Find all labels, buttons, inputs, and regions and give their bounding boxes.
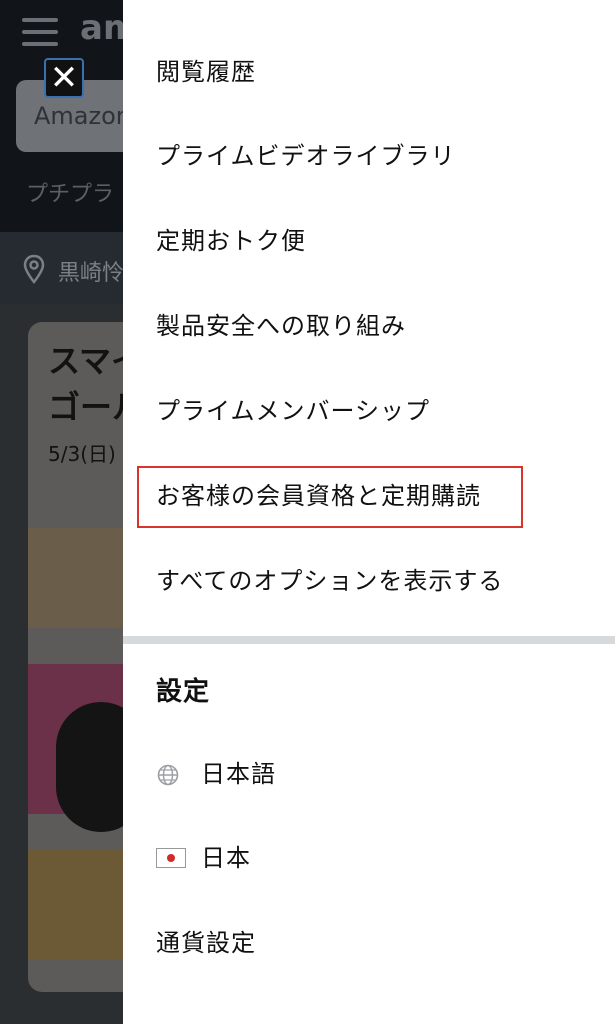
menu-item-language[interactable]: 日本語 <box>201 759 276 789</box>
promo-image-box <box>28 528 124 628</box>
japan-flag-icon <box>156 848 186 868</box>
settings-section-title: 設定 <box>156 677 211 707</box>
menu-item-product-safety[interactable]: 製品安全への取り組み <box>156 311 406 341</box>
search-placeholder: Amazon <box>34 102 131 130</box>
close-icon: ✕ <box>49 58 79 98</box>
close-button[interactable]: ✕ <box>44 58 84 98</box>
menu-item-subscribe-and-save[interactable]: 定期おトク便 <box>156 226 306 256</box>
delivery-location-text: 黒崎怜 <box>58 261 125 286</box>
menu-item-prime-membership[interactable]: プライムメンバーシップ <box>156 396 430 426</box>
menu-item-memberships-and-subscriptions[interactable]: お客様の会員資格と定期購読 <box>156 481 481 511</box>
globe-icon <box>157 764 179 786</box>
menu-item-country[interactable]: 日本 <box>201 843 251 873</box>
menu-item-currency-settings[interactable]: 通貨設定 <box>156 928 256 958</box>
subnav-link[interactable]: プチプラ <box>26 176 114 208</box>
section-divider <box>123 636 615 644</box>
promo-date: 5/3(日) <box>48 442 116 466</box>
navigation-drawer: 閲覧履歴 プライムビデオライブラリ 定期おトク便 製品安全への取り組み プライム… <box>123 0 615 1024</box>
menu-item-prime-video-library[interactable]: プライムビデオライブラリ <box>156 141 456 171</box>
location-pin-icon <box>23 254 45 284</box>
menu-item-see-all-options[interactable]: すべてのオプションを表示する <box>156 566 503 596</box>
hamburger-menu-icon[interactable] <box>22 18 58 46</box>
menu-item-browsing-history[interactable]: 閲覧履歴 <box>156 57 256 87</box>
promo-image-box <box>28 850 124 960</box>
